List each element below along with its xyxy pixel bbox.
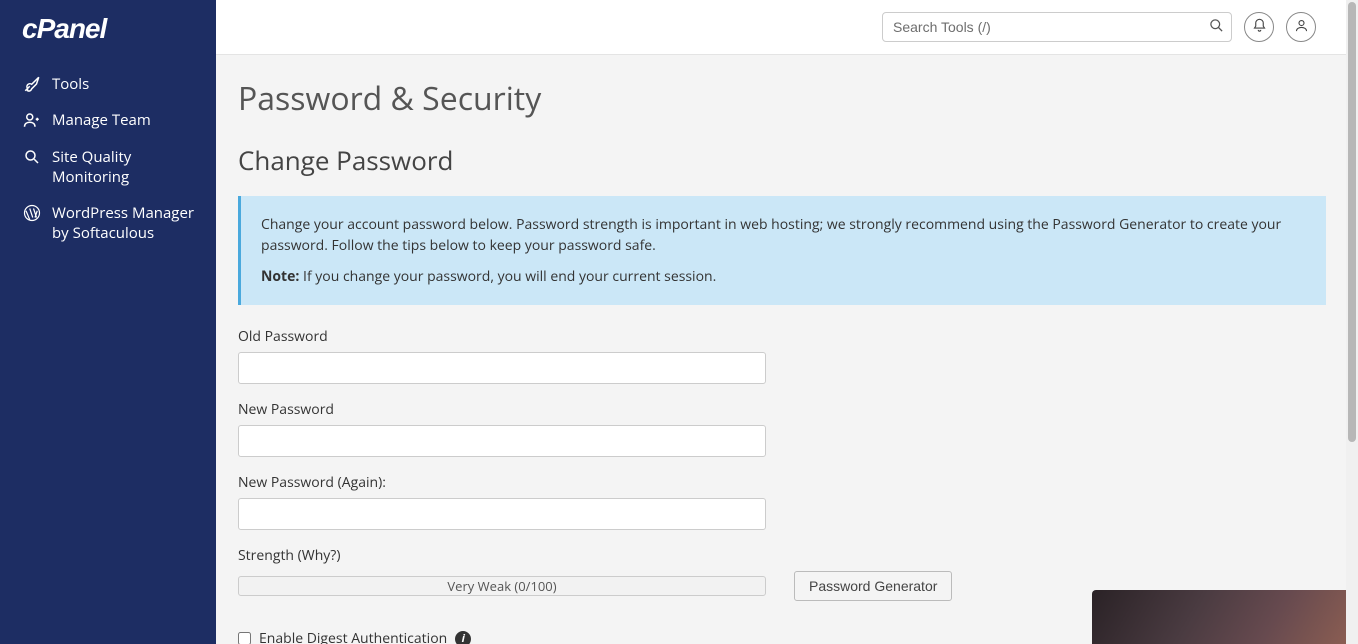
strength-meter: Very Weak (0/100) [238, 576, 766, 596]
note-label: Note: [261, 267, 299, 286]
note-text: If you change your password, you will en… [303, 267, 716, 286]
scrollbar-thumb[interactable] [1348, 2, 1356, 442]
search-wrap [882, 12, 1232, 42]
password-generator-button[interactable]: Password Generator [794, 571, 952, 601]
strength-label: Strength [238, 546, 298, 565]
strength-label-wrap: Strength (Why?) [238, 546, 1326, 565]
bell-icon [1252, 16, 1267, 38]
info-alert: Change your account password below. Pass… [238, 196, 1326, 305]
strength-why-link[interactable]: (Why?) [298, 546, 341, 565]
sidebar-item-tools[interactable]: Tools [0, 66, 216, 102]
page-title: Password & Security [238, 77, 1326, 120]
new-password-again-input[interactable] [238, 498, 766, 530]
svg-text:cPanel: cPanel [22, 14, 108, 44]
sidebar-item-label: WordPress Manager by Softaculous [52, 203, 206, 244]
sidebar: cPanel Tools Manage Team Site Quality Mo… [0, 0, 216, 644]
new-password-again-label: New Password (Again): [238, 473, 1326, 492]
new-password-label: New Password [238, 400, 1326, 419]
content-area: Password & Security Change Password Chan… [216, 55, 1346, 644]
video-overlay-thumbnail[interactable] [1092, 590, 1346, 644]
alert-text: Change your account password below. Pass… [261, 214, 1306, 256]
old-password-input[interactable] [238, 352, 766, 384]
old-password-label: Old Password [238, 327, 1326, 346]
team-icon [22, 111, 42, 129]
search-icon[interactable] [1209, 16, 1224, 38]
alert-note: Note: If you change your password, you w… [261, 266, 1306, 287]
sidebar-item-wordpress-manager[interactable]: WordPress Manager by Softaculous [0, 195, 216, 252]
user-icon [1294, 16, 1309, 38]
tools-icon [22, 75, 42, 93]
search-input[interactable] [882, 12, 1232, 42]
info-icon[interactable]: i [455, 631, 471, 644]
account-button[interactable] [1286, 12, 1316, 42]
section-title: Change Password [238, 142, 1326, 178]
magnifier-icon [22, 148, 42, 166]
sidebar-item-site-quality[interactable]: Site Quality Monitoring [0, 139, 216, 196]
scrollbar[interactable] [1346, 0, 1358, 644]
sidebar-item-label: Manage Team [52, 110, 206, 130]
digest-auth-checkbox[interactable] [238, 632, 251, 644]
sidebar-item-manage-team[interactable]: Manage Team [0, 102, 216, 138]
wordpress-icon [22, 204, 42, 222]
notifications-button[interactable] [1244, 12, 1274, 42]
new-password-input[interactable] [238, 425, 766, 457]
digest-auth-label: Enable Digest Authentication [259, 629, 447, 644]
cpanel-logo: cPanel [22, 14, 216, 44]
sidebar-item-label: Site Quality Monitoring [52, 147, 206, 188]
sidebar-item-label: Tools [52, 74, 206, 94]
topbar [216, 0, 1358, 55]
